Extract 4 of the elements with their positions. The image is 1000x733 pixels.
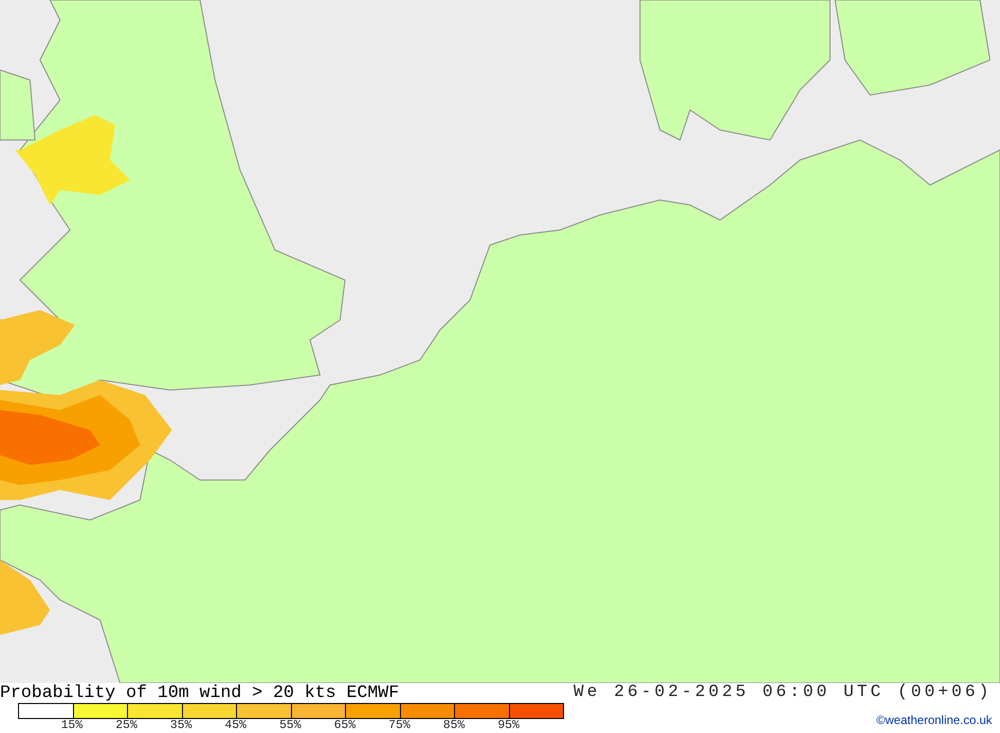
valid-time: We 26-02-2025 06:00 UTC (00+06) (573, 683, 992, 703)
legend-label: 15% (60, 719, 83, 732)
credit-link[interactable]: ©weatheronline.co.uk (876, 711, 992, 729)
map-title: Probability of 10m wind > 20 kts ECMWF (0, 683, 400, 703)
